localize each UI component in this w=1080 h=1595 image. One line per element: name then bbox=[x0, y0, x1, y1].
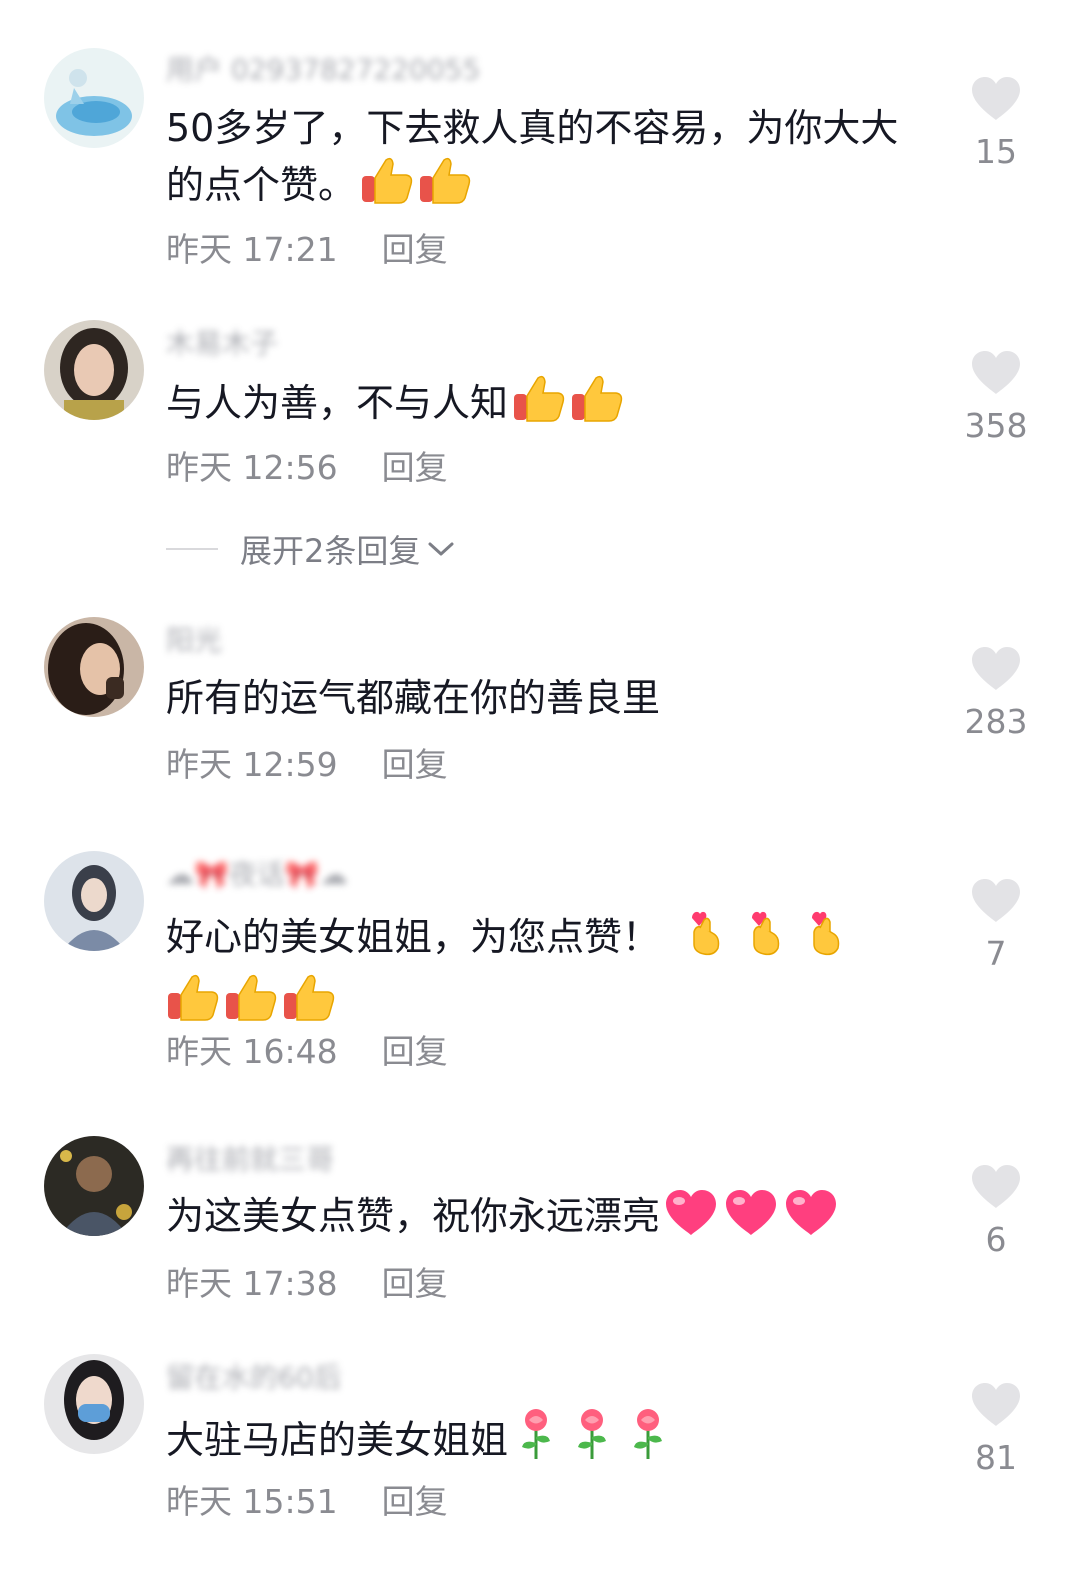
reply-button[interactable]: 回复 bbox=[382, 1264, 448, 1303]
avatar-image bbox=[44, 1354, 144, 1454]
comment-meta: 昨天 12:59 回复 bbox=[166, 745, 448, 785]
like-count: 358 bbox=[964, 406, 1028, 445]
avatar-image bbox=[44, 1136, 144, 1236]
avatar[interactable] bbox=[44, 320, 144, 420]
comment-meta: 昨天 16:48 回复 bbox=[166, 1032, 448, 1072]
like-button[interactable]: 81 bbox=[950, 1382, 1042, 1478]
reply-button[interactable]: 回复 bbox=[382, 1032, 448, 1071]
comment-text: 50多岁了，下去救人真的不容易，为你大大的点个赞。 bbox=[166, 100, 926, 221]
heart-icon bbox=[972, 1165, 1020, 1208]
heart-icon bbox=[972, 351, 1020, 394]
expand-replies-label: 展开2条回复 bbox=[240, 532, 421, 570]
avatar[interactable] bbox=[44, 617, 144, 717]
like-count: 7 bbox=[985, 934, 1007, 973]
like-count: 6 bbox=[985, 1220, 1007, 1259]
finger-heart-icon bbox=[684, 904, 728, 973]
reply-button[interactable]: 回复 bbox=[382, 745, 448, 784]
comment-meta: 昨天 12:56 回复 bbox=[166, 448, 448, 488]
avatar-image bbox=[44, 851, 144, 951]
username[interactable]: ☁🎀夜话🎀☁ bbox=[166, 855, 348, 895]
heart-icon bbox=[972, 77, 1020, 120]
timestamp: 昨天 15:51 bbox=[166, 1482, 338, 1521]
comment-body: 50多岁了，下去救人真的不容易，为你大大的点个赞。 bbox=[166, 106, 899, 207]
thumbs-up-icon bbox=[418, 156, 472, 221]
comment-body: 好心的美女姐姐，为您点赞！ bbox=[166, 915, 661, 959]
thumbs-up-icon bbox=[166, 973, 220, 1038]
username[interactable]: 再往前就三哥 bbox=[166, 1140, 334, 1180]
comment-body: 为这美女点赞，祝你永远漂亮 bbox=[166, 1194, 661, 1238]
comment-body: 大驻马店的美女姐姐 bbox=[166, 1418, 509, 1462]
comment-text: 与人为善，不与人知 bbox=[166, 374, 926, 439]
username[interactable]: 木易木子 bbox=[166, 324, 278, 364]
thumbs-up-icon bbox=[570, 374, 624, 439]
thumbs-up-icon bbox=[224, 973, 278, 1038]
like-count: 81 bbox=[975, 1438, 1017, 1477]
username[interactable]: 用户 02937827220055 bbox=[166, 50, 480, 90]
timestamp: 昨天 16:48 bbox=[166, 1032, 338, 1071]
like-button[interactable]: 358 bbox=[950, 350, 1042, 446]
like-button[interactable]: 6 bbox=[950, 1164, 1042, 1260]
divider-line bbox=[166, 548, 218, 550]
heart-icon bbox=[972, 647, 1020, 690]
chevron-down-icon bbox=[428, 542, 454, 556]
avatar[interactable] bbox=[44, 48, 144, 148]
thumbs-up-icon bbox=[282, 973, 336, 1038]
avatar-image bbox=[44, 617, 144, 717]
thumbs-up-icon bbox=[512, 374, 566, 439]
thumbs-up-icon bbox=[360, 156, 414, 221]
heart-icon bbox=[972, 1383, 1020, 1426]
avatar[interactable] bbox=[44, 1354, 144, 1454]
timestamp: 昨天 17:38 bbox=[166, 1264, 338, 1303]
rose-icon bbox=[628, 1407, 668, 1476]
username[interactable]: 留在水的60后 bbox=[166, 1358, 342, 1398]
finger-heart-icon bbox=[744, 904, 788, 973]
like-button[interactable]: 7 bbox=[950, 878, 1042, 974]
heart-icon bbox=[724, 1189, 778, 1252]
avatar[interactable] bbox=[44, 1136, 144, 1236]
reply-button[interactable]: 回复 bbox=[382, 1482, 448, 1521]
like-count: 15 bbox=[975, 132, 1017, 171]
timestamp: 昨天 12:56 bbox=[166, 448, 338, 487]
avatar-image bbox=[44, 48, 144, 148]
like-button[interactable]: 15 bbox=[950, 76, 1042, 172]
timestamp: 昨天 17:21 bbox=[166, 230, 338, 269]
comment-text: 大驻马店的美女姐姐 bbox=[166, 1407, 926, 1476]
reply-button[interactable]: 回复 bbox=[382, 448, 448, 487]
timestamp: 昨天 12:59 bbox=[166, 745, 338, 784]
comment-text: 为这美女点赞，祝你永远漂亮 bbox=[166, 1188, 926, 1252]
username[interactable]: 阳光 bbox=[166, 621, 222, 661]
heart-icon bbox=[784, 1189, 838, 1252]
finger-heart-icon bbox=[804, 904, 848, 973]
like-count: 283 bbox=[964, 702, 1028, 741]
reply-button[interactable]: 回复 bbox=[382, 230, 448, 269]
avatar-image bbox=[44, 320, 144, 420]
like-button[interactable]: 283 bbox=[950, 646, 1042, 742]
avatar[interactable] bbox=[44, 851, 144, 951]
comment-text: 好心的美女姐姐，为您点赞！ bbox=[166, 904, 926, 1038]
comment-meta: 昨天 17:38 回复 bbox=[166, 1264, 448, 1304]
comment-body: 与人为善，不与人知 bbox=[166, 381, 509, 425]
rose-icon bbox=[572, 1407, 612, 1476]
comment-meta: 昨天 17:21 回复 bbox=[166, 230, 448, 270]
heart-icon bbox=[972, 879, 1020, 922]
rose-icon bbox=[516, 1407, 556, 1476]
expand-replies-button[interactable]: 展开2条回复 bbox=[166, 527, 456, 571]
comment-text: 所有的运气都藏在你的善良里 bbox=[166, 670, 926, 726]
heart-icon bbox=[664, 1189, 718, 1252]
comment-body: 所有的运气都藏在你的善良里 bbox=[166, 676, 661, 720]
comment-meta: 昨天 15:51 回复 bbox=[166, 1482, 448, 1522]
